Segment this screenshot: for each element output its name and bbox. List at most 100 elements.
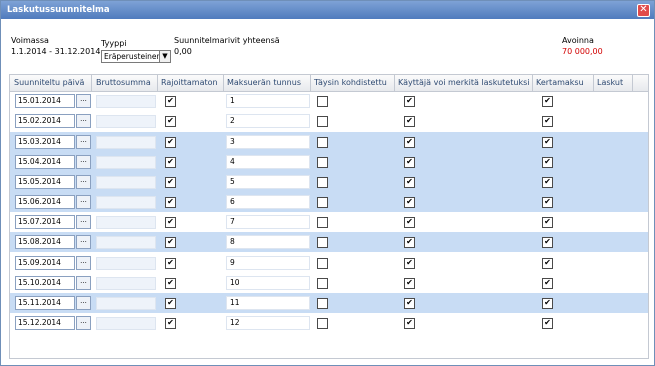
col-gross-amount[interactable]: Bruttosumma (96, 78, 151, 87)
user-can-mark-invoiced-checkbox[interactable]: ✔ (404, 278, 415, 289)
type-select[interactable]: Eräperusteinen ▼ (101, 50, 171, 63)
planned-date-input[interactable]: 15.09.2014 (15, 256, 75, 270)
unrestricted-checkbox[interactable]: ✔ (165, 157, 176, 168)
one-time-fee-checkbox[interactable]: ✔ (542, 237, 553, 248)
planned-date-input[interactable]: 15.08.2014 (15, 235, 75, 249)
user-can-mark-invoiced-checkbox[interactable]: ✔ (404, 217, 415, 228)
fully-allocated-checkbox[interactable] (317, 318, 328, 329)
one-time-fee-checkbox[interactable]: ✔ (542, 116, 553, 127)
unrestricted-checkbox[interactable]: ✔ (165, 116, 176, 127)
installment-id-input[interactable]: 8 (226, 235, 310, 249)
user-can-mark-invoiced-checkbox[interactable]: ✔ (404, 157, 415, 168)
fully-allocated-checkbox[interactable] (317, 137, 328, 148)
fully-allocated-checkbox[interactable] (317, 237, 328, 248)
col-user-can-mark-invoiced[interactable]: Käyttäjä voi merkitä laskutetuksi (398, 78, 529, 87)
installment-id-input[interactable]: 1 (226, 94, 310, 108)
date-picker-button[interactable]: ... (76, 135, 91, 149)
col-installment-id[interactable]: Maksuerän tunnus (227, 78, 301, 87)
fully-allocated-checkbox[interactable] (317, 116, 328, 127)
one-time-fee-checkbox[interactable]: ✔ (542, 217, 553, 228)
date-picker-button[interactable]: ... (76, 155, 91, 169)
fully-allocated-checkbox[interactable] (317, 157, 328, 168)
planned-date-input[interactable]: 15.01.2014 (15, 94, 75, 108)
installment-id-input[interactable]: 9 (226, 256, 310, 270)
unrestricted-checkbox[interactable]: ✔ (165, 177, 176, 188)
one-time-fee-checkbox[interactable]: ✔ (542, 177, 553, 188)
fully-allocated-checkbox[interactable] (317, 217, 328, 228)
installment-id-input[interactable]: 4 (226, 155, 310, 169)
gross-amount-field[interactable] (96, 136, 156, 149)
date-picker-button[interactable]: ... (76, 215, 91, 229)
user-can-mark-invoiced-checkbox[interactable]: ✔ (404, 137, 415, 148)
fully-allocated-checkbox[interactable] (317, 278, 328, 289)
date-picker-button[interactable]: ... (76, 195, 91, 209)
gross-amount-field[interactable] (96, 156, 156, 169)
one-time-fee-checkbox[interactable]: ✔ (542, 258, 553, 269)
planned-date-input[interactable]: 15.07.2014 (15, 215, 75, 229)
date-picker-button[interactable]: ... (76, 94, 91, 108)
installment-id-input[interactable]: 11 (226, 296, 310, 310)
unrestricted-checkbox[interactable]: ✔ (165, 278, 176, 289)
one-time-fee-checkbox[interactable]: ✔ (542, 278, 553, 289)
gross-amount-field[interactable] (96, 176, 156, 189)
user-can-mark-invoiced-checkbox[interactable]: ✔ (404, 237, 415, 248)
unrestricted-checkbox[interactable]: ✔ (165, 197, 176, 208)
user-can-mark-invoiced-checkbox[interactable]: ✔ (404, 96, 415, 107)
fully-allocated-checkbox[interactable] (317, 96, 328, 107)
unrestricted-checkbox[interactable]: ✔ (165, 237, 176, 248)
fully-allocated-checkbox[interactable] (317, 197, 328, 208)
unrestricted-checkbox[interactable]: ✔ (165, 318, 176, 329)
installment-id-input[interactable]: 12 (226, 316, 310, 330)
planned-date-input[interactable]: 15.03.2014 (15, 135, 75, 149)
one-time-fee-checkbox[interactable]: ✔ (542, 318, 553, 329)
installment-id-input[interactable]: 7 (226, 215, 310, 229)
gross-amount-field[interactable] (96, 216, 156, 229)
planned-date-input[interactable]: 15.05.2014 (15, 175, 75, 189)
unrestricted-checkbox[interactable]: ✔ (165, 298, 176, 309)
gross-amount-field[interactable] (96, 196, 156, 209)
planned-date-input[interactable]: 15.04.2014 (15, 155, 75, 169)
date-picker-button[interactable]: ... (76, 316, 91, 330)
col-planned-date[interactable]: Suunniteltu päivä (14, 78, 84, 87)
date-picker-button[interactable]: ... (76, 114, 91, 128)
gross-amount-field[interactable] (96, 115, 156, 128)
fully-allocated-checkbox[interactable] (317, 177, 328, 188)
one-time-fee-checkbox[interactable]: ✔ (542, 157, 553, 168)
col-one-time-fee[interactable]: Kertamaksu (536, 78, 584, 87)
user-can-mark-invoiced-checkbox[interactable]: ✔ (404, 258, 415, 269)
one-time-fee-checkbox[interactable]: ✔ (542, 298, 553, 309)
date-picker-button[interactable]: ... (76, 175, 91, 189)
user-can-mark-invoiced-checkbox[interactable]: ✔ (404, 177, 415, 188)
installment-id-input[interactable]: 6 (226, 195, 310, 209)
planned-date-input[interactable]: 15.12.2014 (15, 316, 75, 330)
col-fully-allocated[interactable]: Täysin kohdistettu (314, 78, 387, 87)
installment-id-input[interactable]: 2 (226, 114, 310, 128)
user-can-mark-invoiced-checkbox[interactable]: ✔ (404, 116, 415, 127)
fully-allocated-checkbox[interactable] (317, 258, 328, 269)
installment-id-input[interactable]: 10 (226, 276, 310, 290)
user-can-mark-invoiced-checkbox[interactable]: ✔ (404, 298, 415, 309)
one-time-fee-checkbox[interactable]: ✔ (542, 197, 553, 208)
gross-amount-field[interactable] (96, 297, 156, 310)
gross-amount-field[interactable] (96, 236, 156, 249)
close-icon[interactable]: ✕ (637, 4, 650, 17)
col-unrestricted[interactable]: Rajoittamaton (161, 78, 218, 87)
gross-amount-field[interactable] (96, 277, 156, 290)
unrestricted-checkbox[interactable]: ✔ (165, 217, 176, 228)
one-time-fee-checkbox[interactable]: ✔ (542, 137, 553, 148)
planned-date-input[interactable]: 15.02.2014 (15, 114, 75, 128)
gross-amount-field[interactable] (96, 95, 156, 108)
planned-date-input[interactable]: 15.11.2014 (15, 296, 75, 310)
date-picker-button[interactable]: ... (76, 296, 91, 310)
gross-amount-field[interactable] (96, 317, 156, 330)
date-picker-button[interactable]: ... (76, 235, 91, 249)
planned-date-input[interactable]: 15.06.2014 (15, 195, 75, 209)
unrestricted-checkbox[interactable]: ✔ (165, 258, 176, 269)
installment-id-input[interactable]: 5 (226, 175, 310, 189)
user-can-mark-invoiced-checkbox[interactable]: ✔ (404, 197, 415, 208)
fully-allocated-checkbox[interactable] (317, 298, 328, 309)
one-time-fee-checkbox[interactable]: ✔ (542, 96, 553, 107)
unrestricted-checkbox[interactable]: ✔ (165, 137, 176, 148)
unrestricted-checkbox[interactable]: ✔ (165, 96, 176, 107)
gross-amount-field[interactable] (96, 257, 156, 270)
